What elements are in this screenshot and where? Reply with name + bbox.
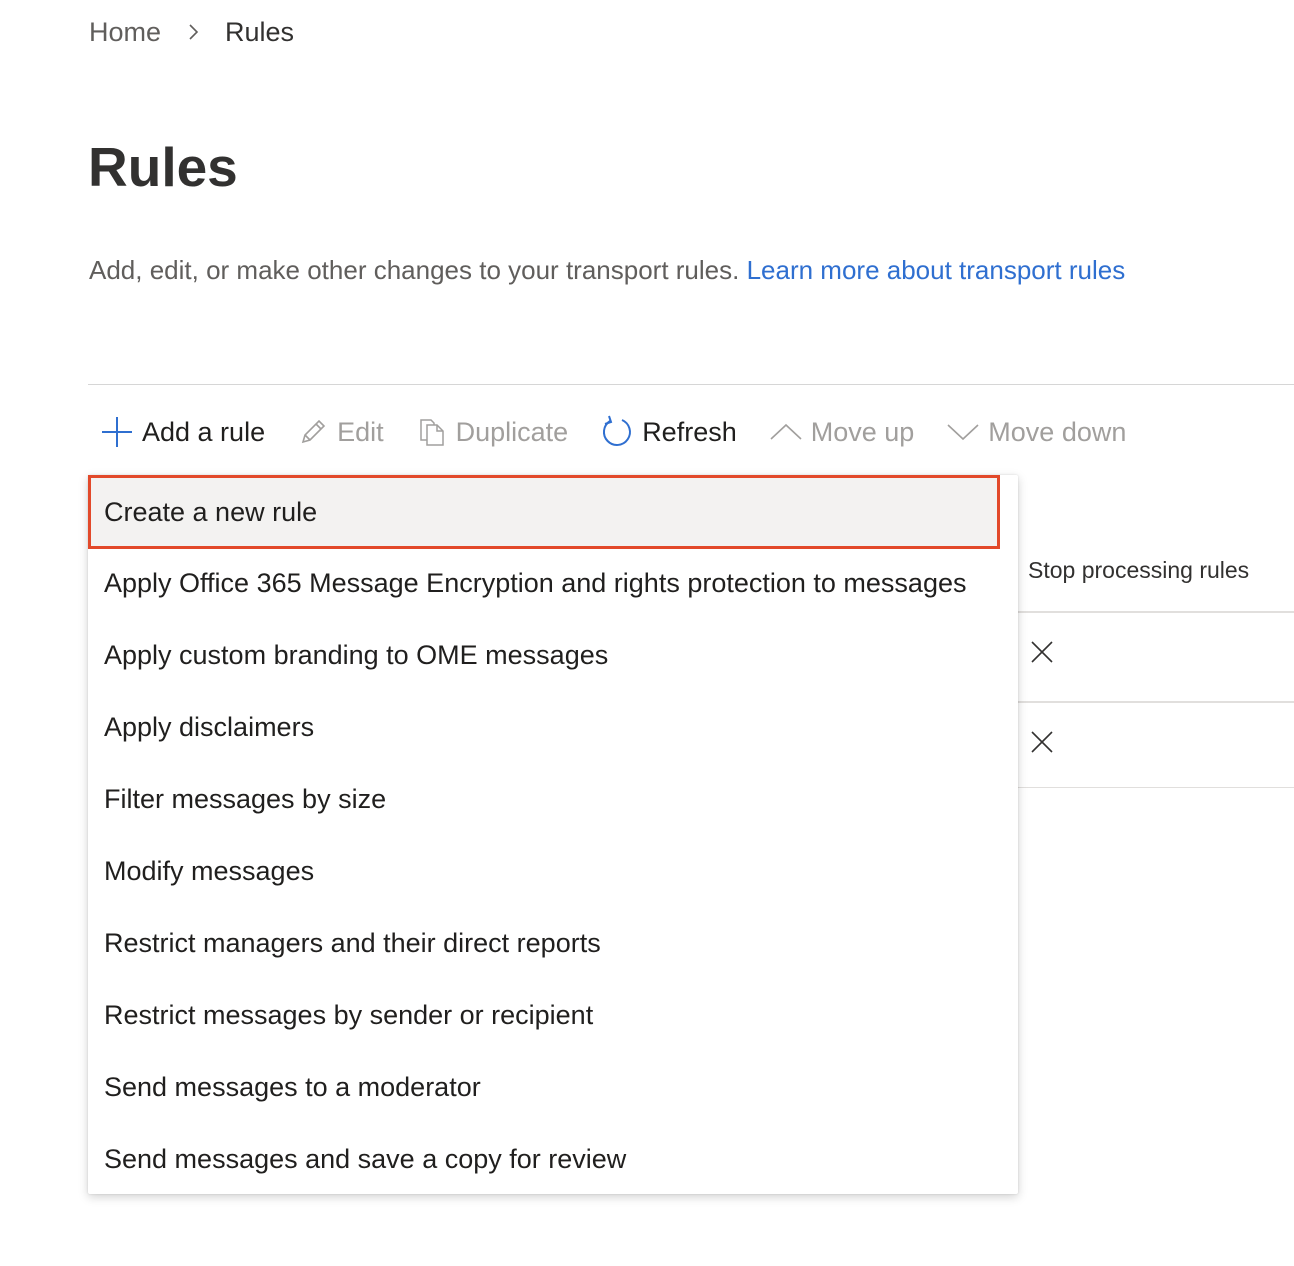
table-divider bbox=[1018, 787, 1294, 788]
add-rule-button[interactable]: Add a rule bbox=[100, 406, 265, 458]
move-up-button[interactable]: Move up bbox=[769, 406, 915, 458]
breadcrumb-current: Rules bbox=[225, 16, 295, 47]
plus-icon bbox=[102, 417, 132, 447]
menu-item-send-and-save-copy[interactable]: Send messages and save a copy for review bbox=[88, 1123, 1018, 1195]
page-description: Add, edit, or make other changes to your… bbox=[89, 250, 1125, 290]
add-rule-label: Add a rule bbox=[142, 416, 266, 447]
menu-item-apply-ome[interactable]: Apply Office 365 Message Encryption and … bbox=[88, 547, 1018, 619]
menu-item-modify-messages[interactable]: Modify messages bbox=[88, 835, 1018, 907]
description-text: Add, edit, or make other changes to your… bbox=[89, 255, 740, 285]
pencil-icon bbox=[301, 419, 326, 444]
refresh-button[interactable]: Refresh bbox=[600, 406, 737, 458]
command-bar: Add a rule Edit Duplicate Refresh Move u… bbox=[100, 406, 1158, 458]
copy-icon bbox=[419, 419, 444, 446]
table-divider bbox=[1018, 611, 1294, 613]
close-icon bbox=[1031, 731, 1053, 753]
learn-more-link[interactable]: Learn more about transport rules bbox=[747, 255, 1126, 285]
rules-page: Home Rules Rules Add, edit, or make othe… bbox=[0, 0, 1294, 1266]
menu-item-create-new-rule[interactable]: Create a new rule bbox=[88, 475, 1000, 549]
chevron-right-icon bbox=[189, 24, 199, 40]
duplicate-label: Duplicate bbox=[455, 416, 569, 447]
move-up-label: Move up bbox=[810, 416, 915, 447]
edit-label: Edit bbox=[337, 416, 384, 447]
breadcrumb-home[interactable]: Home bbox=[89, 17, 161, 48]
column-header-stop-processing[interactable]: Stop processing rules bbox=[1028, 552, 1249, 588]
move-down-button[interactable]: Move down bbox=[946, 406, 1126, 458]
refresh-icon bbox=[603, 415, 632, 446]
menu-item-apply-disclaimers[interactable]: Apply disclaimers bbox=[88, 691, 1018, 763]
divider bbox=[88, 384, 1294, 385]
chevron-up-icon bbox=[770, 423, 802, 440]
menu-item-filter-by-size[interactable]: Filter messages by size bbox=[88, 763, 1018, 835]
chevron-down-icon bbox=[947, 424, 979, 441]
refresh-label: Refresh bbox=[642, 416, 737, 447]
menu-item-send-to-moderator[interactable]: Send messages to a moderator bbox=[88, 1051, 1018, 1123]
table-divider bbox=[1018, 701, 1294, 703]
add-rule-menu: Create a new rule Apply Office 365 Messa… bbox=[88, 475, 1018, 1194]
duplicate-button[interactable]: Duplicate bbox=[416, 406, 569, 458]
move-down-label: Move down bbox=[988, 416, 1127, 447]
menu-item-custom-branding[interactable]: Apply custom branding to OME messages bbox=[88, 619, 1018, 691]
menu-item-restrict-sender-recipient[interactable]: Restrict messages by sender or recipient bbox=[88, 979, 1018, 1051]
edit-button[interactable]: Edit bbox=[297, 406, 384, 458]
breadcrumb: Home Rules bbox=[89, 14, 294, 50]
menu-item-restrict-managers[interactable]: Restrict managers and their direct repor… bbox=[88, 907, 1018, 979]
page-title: Rules bbox=[88, 136, 238, 198]
close-icon bbox=[1031, 641, 1053, 663]
